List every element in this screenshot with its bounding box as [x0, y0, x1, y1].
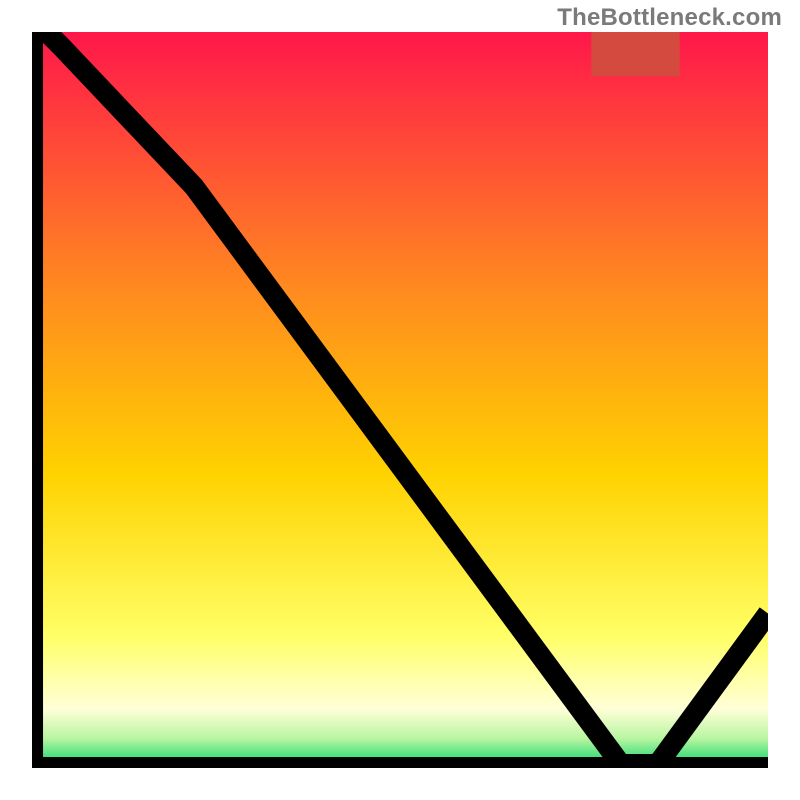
site-watermark: TheBottleneck.com: [557, 4, 782, 32]
bottleneck-chart: [32, 32, 768, 768]
